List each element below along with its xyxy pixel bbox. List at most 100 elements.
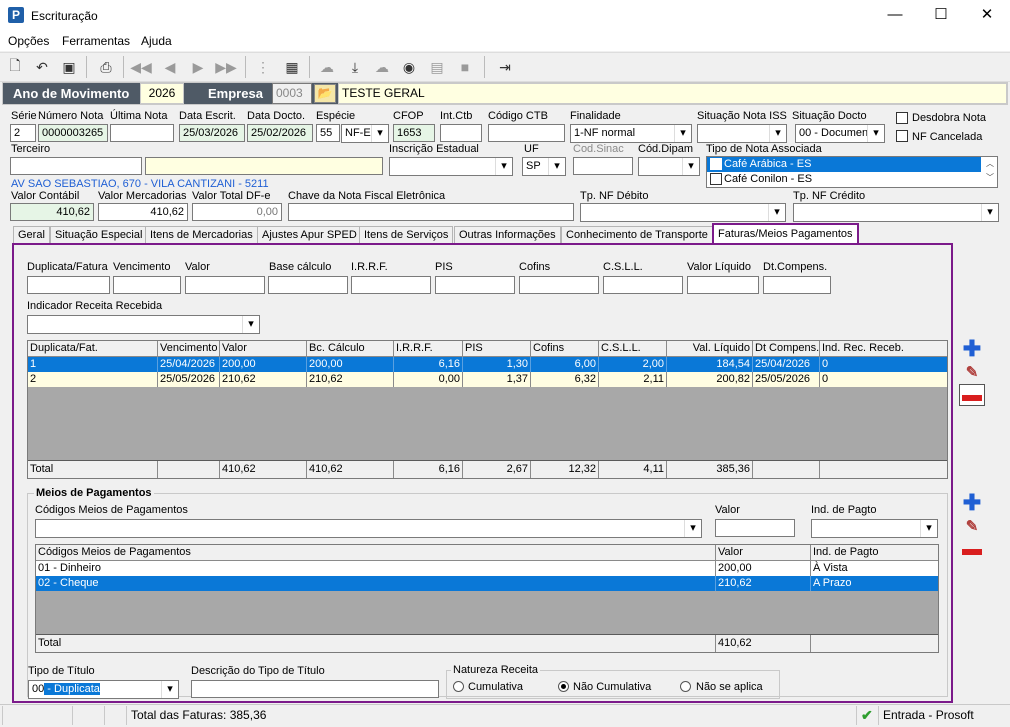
table-row[interactable]: 02 - Cheque 210,62 A Prazo [36, 576, 938, 591]
chave-field[interactable] [288, 203, 574, 221]
menu-opcoes[interactable]: Opções [8, 34, 49, 48]
serie-field[interactable]: 2 [10, 124, 36, 142]
tipo-assoc-item[interactable]: Café Arábica - ES [707, 157, 981, 172]
cfop-field[interactable]: 1653 [393, 124, 435, 142]
table-row[interactable]: 01 - Dinheiro 200,00 À Vista [36, 561, 938, 576]
natureza-cumulativa-radio[interactable] [453, 681, 464, 692]
menu-ajuda[interactable]: Ajuda [141, 34, 172, 48]
col-vencimento[interactable]: Vencimento [158, 341, 220, 356]
valor-contabil-field[interactable]: 410,62 [10, 203, 94, 221]
maximize-button[interactable]: ☐ [918, 0, 964, 31]
in-valor-field[interactable] [185, 276, 265, 294]
col-meio-ind[interactable]: Ind. de Pagto [811, 545, 938, 560]
tab-itens-servicos[interactable]: Itens de Serviços [359, 226, 454, 244]
tab-ajustes-sped[interactable]: Ajustes Apur SPED [257, 226, 362, 244]
calculator-icon[interactable]: ▦ [282, 57, 302, 77]
layout-icon[interactable]: ▤ [427, 57, 447, 77]
in-csll-field[interactable] [603, 276, 683, 294]
col-bc-calculo[interactable]: Bc. Cálculo [307, 341, 394, 356]
add-fatura-button[interactable]: ✚ [960, 338, 984, 360]
empresa-code-field[interactable]: 0003 [272, 83, 312, 104]
prev-record-icon[interactable]: ◀ [160, 57, 180, 77]
edit-fatura-button[interactable]: ✎ [960, 361, 984, 383]
meios-codigo-select[interactable] [35, 519, 702, 538]
col-pis[interactable]: PIS [463, 341, 531, 356]
cloud-icon[interactable]: ☁ [317, 57, 337, 77]
edit-meio-button[interactable]: ✎ [960, 515, 984, 537]
sit-iss-select[interactable] [697, 124, 787, 143]
tab-faturas[interactable]: Faturas/Meios Pagamentos [712, 223, 859, 244]
tipo-assoc-list[interactable]: Café Arábica - ES Café Conilon - ES ︿ ﹀ [706, 156, 998, 188]
cancelada-checkbox[interactable] [896, 130, 908, 142]
remove-meio-button[interactable]: ▬ [960, 538, 984, 560]
numero-field[interactable]: 0000003265 [38, 124, 108, 142]
valor-merc-field[interactable]: 410,62 [98, 203, 188, 221]
cloud-upload-icon[interactable]: ☁ [372, 57, 392, 77]
new-doc-icon[interactable]: 🗋 [5, 57, 25, 77]
col-liquido[interactable]: Val. Líquido [667, 341, 753, 356]
next-record-icon[interactable]: ▶ [188, 57, 208, 77]
sit-docto-select[interactable]: 00 - Document [795, 124, 885, 143]
undo-icon[interactable]: ↶ [32, 57, 52, 77]
table-row[interactable]: 1 25/04/2026 200,00 200,00 6,16 1,30 6,0… [28, 357, 947, 372]
box-icon[interactable]: ■ [455, 57, 475, 77]
tipo-assoc-checkbox[interactable] [710, 173, 722, 185]
tp-debito-select[interactable] [580, 203, 786, 222]
terceiro-code-field[interactable] [10, 157, 142, 175]
in-duplicata-field[interactable] [27, 276, 110, 294]
in-vencimento-field[interactable] [113, 276, 181, 294]
ie-select[interactable] [389, 157, 513, 176]
natureza-nao-aplica-radio[interactable] [680, 681, 691, 692]
tree-icon[interactable]: ⋮ [253, 57, 273, 77]
table-row[interactable]: 2 25/05/2026 210,62 210,62 0,00 1,37 6,3… [28, 372, 947, 387]
in-cofins-field[interactable] [519, 276, 599, 294]
col-ind-rec[interactable]: Ind. Rec. Receb. [820, 341, 947, 356]
exit-icon[interactable]: ⇥ [495, 57, 515, 77]
tipo-assoc-checkbox[interactable] [710, 158, 722, 170]
tab-situacao-especial[interactable]: Situação Especial [50, 226, 148, 244]
especie-select[interactable]: NF-E [341, 124, 389, 143]
tipo-assoc-item[interactable]: Café Conilon - ES [707, 172, 981, 187]
finalidade-select[interactable]: 1-NF normal [570, 124, 692, 143]
valor-dfe-field[interactable]: 0,00 [192, 203, 282, 221]
in-pis-field[interactable] [435, 276, 515, 294]
tp-credito-select[interactable] [793, 203, 999, 222]
col-cofins[interactable]: Cofins [531, 341, 599, 356]
indicador-select[interactable] [27, 315, 260, 334]
natureza-nao-cumulativa-radio[interactable] [558, 681, 569, 692]
uf-select[interactable]: SP [522, 157, 566, 176]
in-irrf-field[interactable] [351, 276, 431, 294]
meios-ind-select[interactable] [811, 519, 938, 538]
tab-conhecimento-transporte[interactable]: Conhecimento de Transporte [561, 226, 713, 244]
desdobra-checkbox[interactable] [896, 112, 908, 124]
preview-icon[interactable]: ⎙ [96, 57, 116, 77]
import-icon[interactable]: ⤓ [345, 57, 365, 77]
col-irrf[interactable]: I.R.R.F. [394, 341, 463, 356]
list-scrollbar[interactable]: ︿ ﹀ [983, 157, 997, 187]
tab-outras-informacoes[interactable]: Outras Informações [454, 226, 561, 244]
col-csll[interactable]: C.S.L.L. [599, 341, 667, 356]
save-icon[interactable]: ▣ [59, 57, 79, 77]
add-meio-button[interactable]: ✚ [960, 492, 984, 514]
close-button[interactable]: ✕ [964, 0, 1010, 31]
data-docto-field[interactable]: 25/02/2026 [247, 124, 313, 142]
cib-icon[interactable]: ◉ [399, 57, 419, 77]
remove-fatura-button[interactable]: ▬ [959, 384, 985, 406]
dipam-select[interactable] [638, 157, 700, 176]
tab-itens-mercadorias[interactable]: Itens de Mercadorias [145, 226, 258, 244]
codctb-field[interactable] [488, 124, 565, 142]
col-meio-valor[interactable]: Valor [716, 545, 811, 560]
in-liquido-field[interactable] [687, 276, 759, 294]
col-compens[interactable]: Dt Compens. [753, 341, 820, 356]
in-compens-field[interactable] [763, 276, 831, 294]
ano-field[interactable]: 2026 [140, 83, 184, 104]
faturas-grid[interactable]: Duplicata/Fat. Vencimento Valor Bc. Cálc… [27, 340, 948, 479]
col-duplicata[interactable]: Duplicata/Fat. [28, 341, 158, 356]
especie-code-field[interactable]: 55 [316, 124, 340, 142]
folder-icon[interactable]: 📂 [314, 84, 336, 103]
col-valor[interactable]: Valor [220, 341, 307, 356]
meios-valor-field[interactable] [715, 519, 795, 537]
menu-ferramentas[interactable]: Ferramentas [62, 34, 130, 48]
tab-geral[interactable]: Geral [13, 226, 50, 244]
first-record-icon[interactable]: ◀◀ [130, 57, 152, 77]
